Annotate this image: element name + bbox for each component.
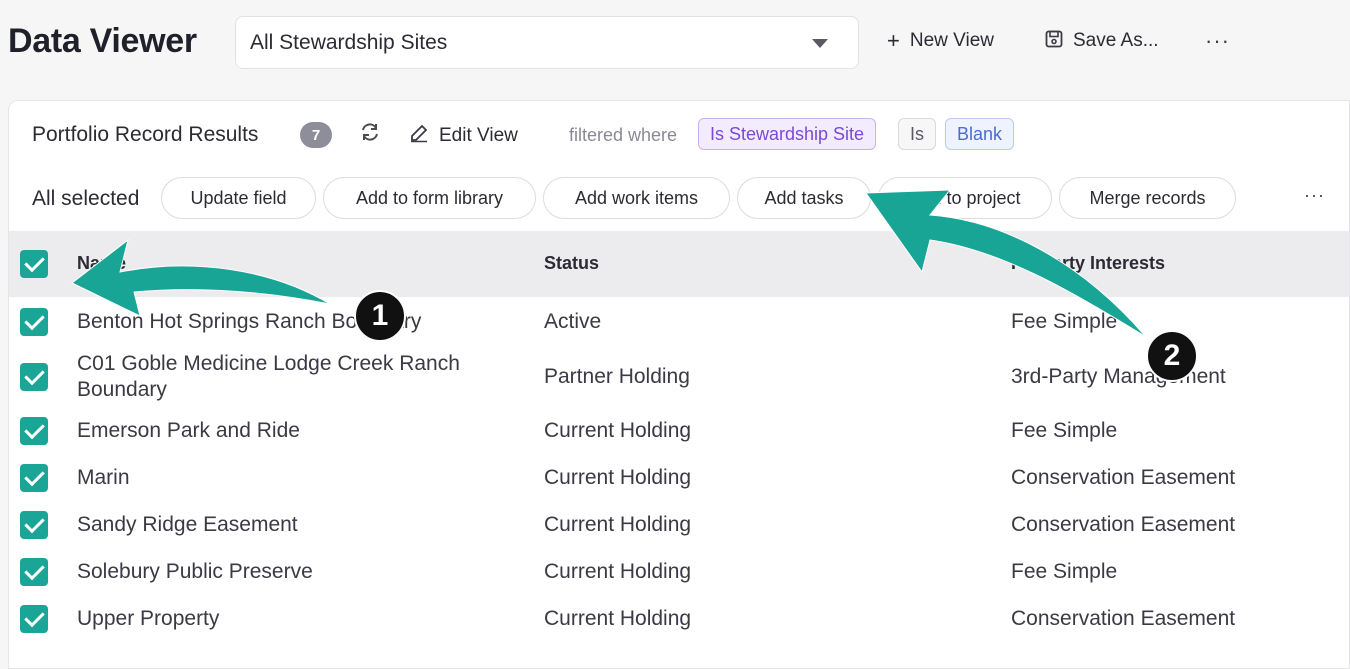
cell-property-interest: Conservation Easement <box>1011 606 1236 630</box>
row-checkbox[interactable] <box>20 557 48 586</box>
cell-status: Current Holding <box>544 606 692 630</box>
add-tasks-button[interactable]: Add tasks <box>737 177 871 219</box>
cell-status: Partner Holding <box>544 365 690 388</box>
cell-name[interactable]: Marin <box>77 465 507 491</box>
cell-status: Current Holding <box>544 559 692 583</box>
results-card: Portfolio Record Results 7 Edit View fil… <box>8 100 1350 669</box>
update-field-button[interactable]: Update field <box>161 177 316 219</box>
select-all-checkbox[interactable] <box>20 250 48 278</box>
edit-view-label: Edit View <box>439 125 518 146</box>
column-header-status[interactable]: Status <box>544 253 599 274</box>
step-marker-2: 2 <box>1146 330 1198 382</box>
cell-status: Current Holding <box>544 465 692 489</box>
filter-field-chip[interactable]: Is Stewardship Site <box>698 118 877 150</box>
cell-property-interest: Fee Simple <box>1011 559 1118 583</box>
row-checkbox[interactable] <box>20 604 48 633</box>
edit-view-button[interactable]: Edit View <box>409 123 518 149</box>
save-as-button[interactable]: Save As... <box>1045 30 1159 52</box>
bulk-action-bar: All selected Update field Add to form li… <box>9 173 1349 223</box>
table-row[interactable]: Upper Property Current Holding Conservatio… <box>9 595 1349 642</box>
save-icon <box>1045 30 1063 52</box>
row-checkbox[interactable] <box>20 463 48 492</box>
cell-property-interest: Conservation Easement <box>1011 465 1236 489</box>
cell-property-interest: Fee Simple <box>1011 310 1118 333</box>
cell-name[interactable]: C01 Goble Medicine Lodge Creek Ranch Bou… <box>77 351 507 403</box>
table-row[interactable]: Solebury Public Preserve Current Holding F… <box>9 548 1349 595</box>
column-header-name[interactable]: Name <box>77 253 126 274</box>
merge-records-button[interactable]: Merge records <box>1059 177 1236 219</box>
table-row[interactable]: Benton Hot Springs Ranch Boundary Active F… <box>9 297 1349 347</box>
add-work-items-button[interactable]: Add work items <box>543 177 730 219</box>
view-select-value: All Stewardship Sites <box>250 30 448 54</box>
table-row[interactable]: Sandy Ridge Easement Current Holding Conse… <box>9 501 1349 548</box>
row-checkbox[interactable] <box>20 416 48 445</box>
filter-value-chip[interactable]: Blank <box>945 118 1015 150</box>
cell-name[interactable]: Emerson Park and Ride <box>77 418 507 444</box>
data-viewer-page: Data Viewer All Stewardship Sites + New … <box>0 0 1350 669</box>
cell-property-interest: Fee Simple <box>1011 418 1118 442</box>
view-select[interactable]: All Stewardship Sites <box>235 16 859 69</box>
table-row[interactable]: Emerson Park and Ride Current Holding Fee … <box>9 407 1349 454</box>
new-view-button[interactable]: + New View <box>887 30 994 52</box>
step-marker-1: 1 <box>354 290 406 342</box>
header-more-button[interactable]: ··· <box>1205 28 1230 54</box>
results-bar: Portfolio Record Results 7 Edit View fil… <box>9 101 1349 167</box>
column-header-property-interests[interactable]: Property Interests <box>1011 253 1165 274</box>
add-to-form-library-button[interactable]: Add to form library <box>323 177 536 219</box>
edit-icon <box>409 123 429 149</box>
filtered-label: filtered where <box>569 125 678 145</box>
cell-status: Current Holding <box>544 418 692 442</box>
save-as-label: Save As... <box>1073 30 1159 51</box>
cell-name[interactable]: Solebury Public Preserve <box>77 559 507 585</box>
table-header: Name Status Property Interests <box>9 231 1349 297</box>
page-title: Data Viewer <box>8 22 197 60</box>
all-selected-label: All selected <box>32 187 140 210</box>
count-badge: 7 <box>300 122 332 148</box>
new-view-label: New View <box>909 30 994 51</box>
row-checkbox[interactable] <box>20 510 48 539</box>
add-to-project-button[interactable]: Add to project <box>878 177 1052 219</box>
cell-name[interactable]: Upper Property <box>77 606 507 632</box>
cell-status: Current Holding <box>544 512 692 536</box>
cell-property-interest: Conservation Easement <box>1011 512 1236 536</box>
refresh-icon[interactable] <box>359 121 381 149</box>
row-checkbox[interactable] <box>20 363 48 391</box>
chevron-down-icon <box>812 39 828 48</box>
cell-name[interactable]: Benton Hot Springs Ranch Boundary <box>77 309 507 335</box>
actions-more-button[interactable]: ··· <box>1304 185 1325 206</box>
row-checkbox[interactable] <box>20 308 48 336</box>
cell-name[interactable]: Sandy Ridge Easement <box>77 512 507 538</box>
filter-operator-chip[interactable]: Is <box>898 118 937 150</box>
plus-icon: + <box>887 28 900 53</box>
table-row[interactable]: Marin Current Holding Conservation Easemen… <box>9 454 1349 501</box>
results-title: Portfolio Record Results <box>32 123 259 146</box>
cell-status: Active <box>544 310 602 333</box>
